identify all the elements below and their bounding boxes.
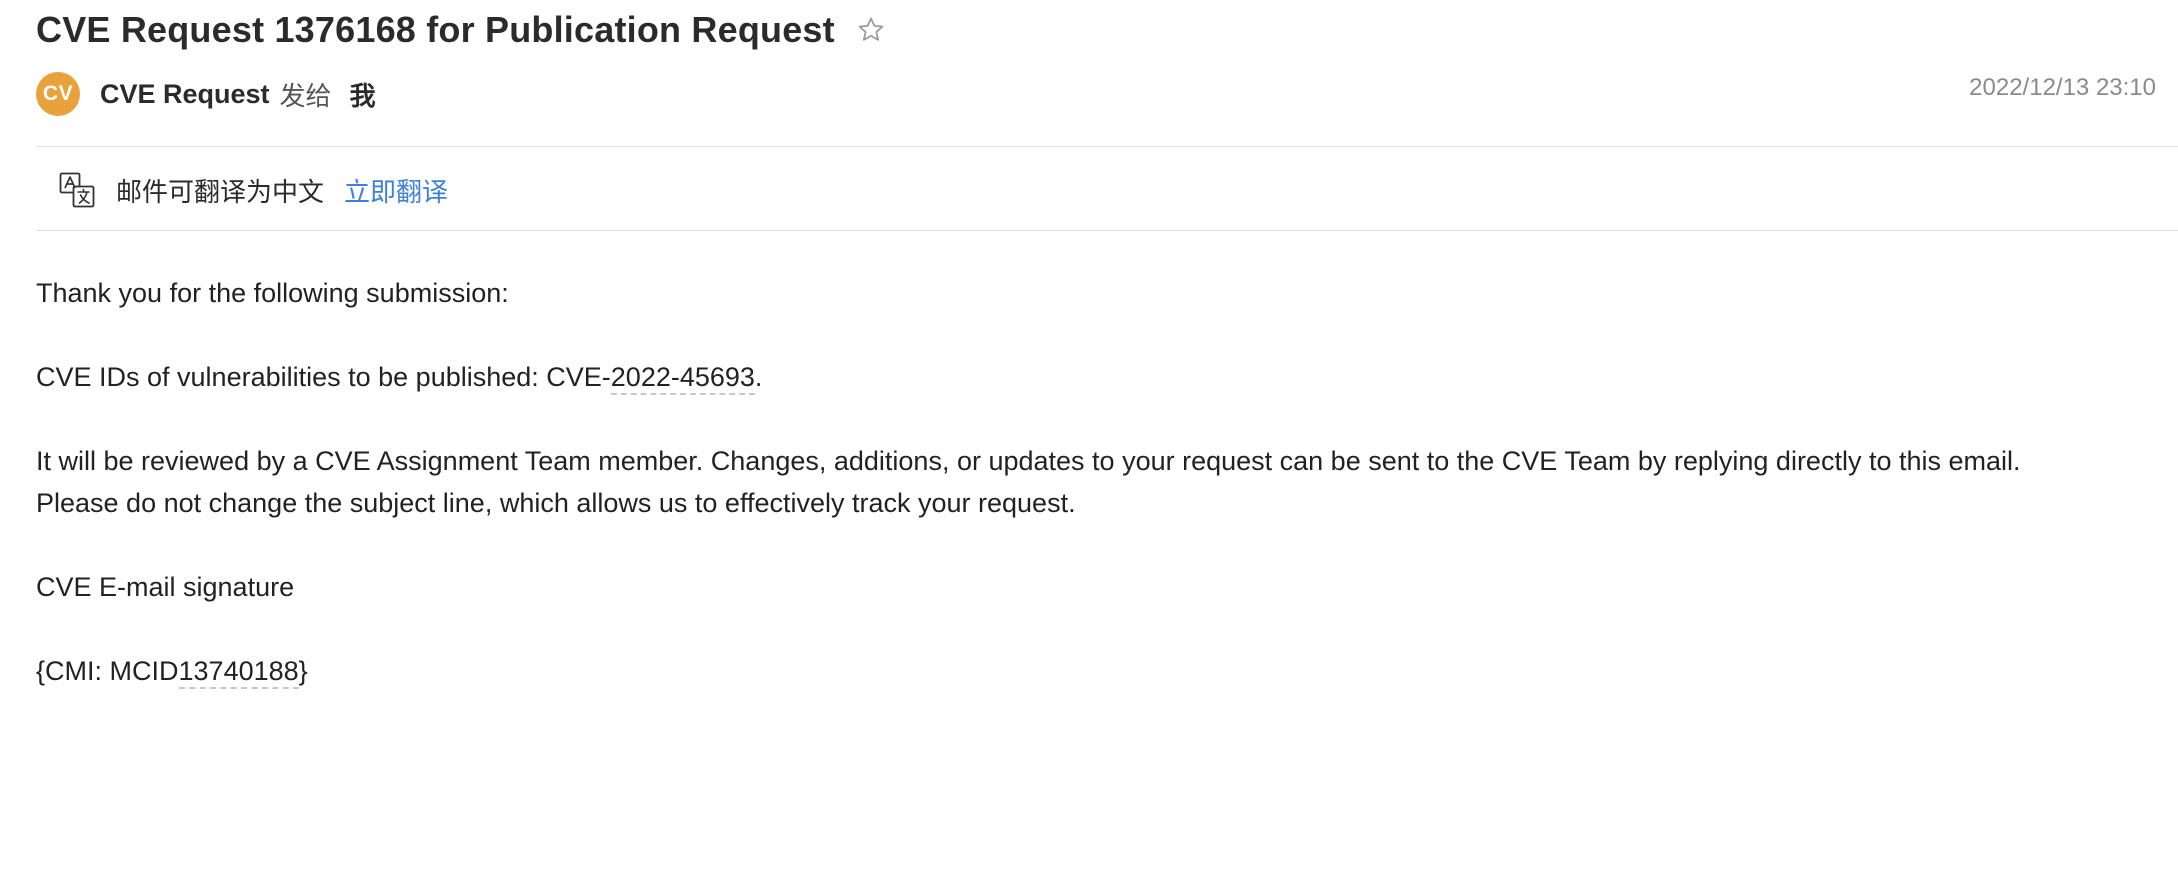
translate-now-link[interactable]: 立即翻译 — [344, 172, 448, 209]
email-reader: CVE Request 1376168 for Publication Requ… — [0, 0, 2178, 894]
review-line-1: It will be reviewed by a CVE Assignment … — [36, 446, 2021, 476]
cve-ids-prefix: CVE IDs of vulnerabilities to be publish… — [36, 362, 611, 392]
email-date: 2022/12/13 23:10 — [1969, 74, 2156, 101]
cmi-line: {CMI: MCID13740188} — [36, 650, 2176, 692]
translate-notice: 邮件可翻译为中文 — [116, 176, 325, 207]
cmi-number: 13740188 — [178, 656, 299, 689]
avatar[interactable]: CV — [36, 72, 80, 116]
header-divider — [36, 146, 2178, 147]
translate-icon — [58, 171, 96, 209]
avatar-initials: CV — [42, 82, 74, 105]
translate-divider — [36, 230, 2178, 231]
cve-number: 2022-45693 — [610, 362, 755, 395]
send-to-label: 发给 — [279, 80, 332, 111]
review-line-2: Please do not change the subject line, w… — [36, 488, 1076, 518]
greeting-line: Thank you for the following submission: — [36, 278, 509, 308]
email-body: Thank you for the following submission: … — [36, 272, 2176, 734]
cve-ids-line: CVE IDs of vulnerabilities to be publish… — [36, 356, 2176, 398]
cmi-prefix: {CMI: MCID — [36, 656, 179, 686]
signature-line: CVE E-mail signature — [36, 572, 295, 602]
star-icon[interactable] — [853, 12, 889, 48]
translate-bar: 邮件可翻译为中文 立即翻译 — [58, 168, 448, 212]
email-subject: CVE Request 1376168 for Publication Requ… — [36, 9, 835, 50]
sender-name[interactable]: CVE Request — [100, 79, 270, 110]
cve-ids-suffix: . — [754, 362, 763, 392]
subject-row: CVE Request 1376168 for Publication Requ… — [36, 2, 889, 58]
recipient-name[interactable]: 我 — [350, 76, 376, 113]
sender-row: CV CVE Request 发给 我 — [36, 72, 376, 116]
cmi-suffix: } — [298, 656, 308, 686]
